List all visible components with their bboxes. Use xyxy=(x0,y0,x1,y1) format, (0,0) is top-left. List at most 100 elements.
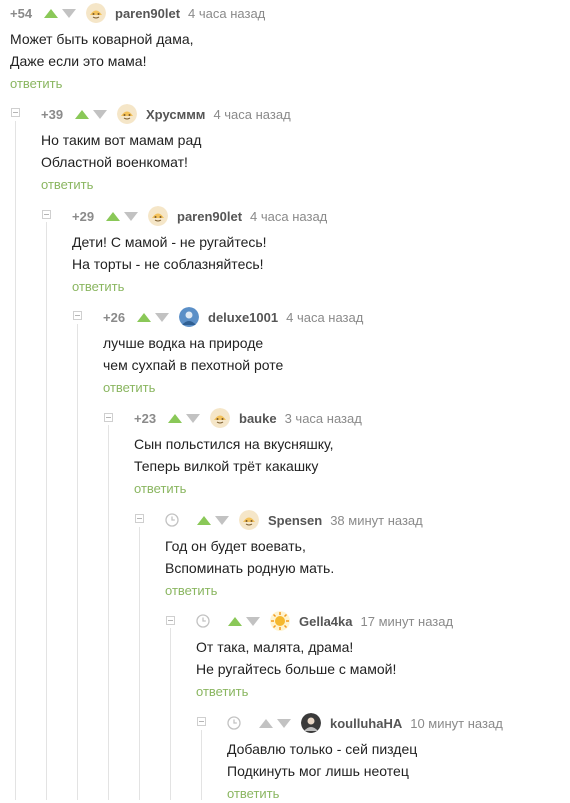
comment-line: Не ругайтесь больше с мамой! xyxy=(196,661,397,677)
comment-line: Подкинуть мог лишь неотец xyxy=(227,763,409,779)
comment: Spensen 38 минут назад Год он будет воев… xyxy=(165,509,570,600)
thread-line xyxy=(201,730,202,800)
comment: +23 bauke 3 часа назад Сын польстился на… xyxy=(134,407,570,498)
avatar[interactable] xyxy=(179,307,199,327)
rating: +26 xyxy=(103,309,126,325)
downvote-icon[interactable] xyxy=(155,312,169,322)
reply-link[interactable]: ответить xyxy=(165,583,217,598)
reply-link[interactable]: ответить xyxy=(72,279,124,294)
collapse-button[interactable] xyxy=(197,717,206,726)
comment-line: Год он будет воевать, xyxy=(165,538,306,554)
comment-text: Может быть коварной дама, Даже если это … xyxy=(10,28,570,72)
downvote-icon[interactable] xyxy=(124,211,138,221)
collapse-button[interactable] xyxy=(11,108,20,117)
thread-line xyxy=(46,222,47,800)
avatar[interactable] xyxy=(86,3,106,23)
reply-link[interactable]: ответить xyxy=(103,380,155,395)
timestamp: 4 часа назад xyxy=(250,208,328,224)
collapse-button[interactable] xyxy=(73,311,82,320)
comment: +54 paren90let 4 часа назад Может быть к… xyxy=(10,2,570,93)
comment-header: +23 bauke 3 часа назад xyxy=(134,407,570,429)
comment: koulluhaHA 10 минут назад Добавлю только… xyxy=(227,712,570,803)
downvote-icon[interactable] xyxy=(186,413,200,423)
reply-link[interactable]: ответить xyxy=(196,684,248,699)
collapse-button[interactable] xyxy=(104,413,113,422)
comment-text: Добавлю только - сей пиздец Подкинуть мо… xyxy=(227,738,570,782)
author-name[interactable]: Spensen xyxy=(268,513,322,528)
comment-header: +39 Хрусммм 4 часа назад xyxy=(41,103,570,125)
avatar[interactable] xyxy=(148,206,168,226)
comment-line: На торты - не соблазняйтесь! xyxy=(72,256,264,272)
reply-link[interactable]: ответить xyxy=(10,76,62,91)
comment-header: Spensen 38 минут назад xyxy=(165,509,570,531)
timestamp: 38 минут назад xyxy=(330,512,423,528)
comment-line: Но таким вот мамам рад xyxy=(41,132,202,148)
downvote-icon[interactable] xyxy=(215,515,229,525)
timestamp: 3 часа назад xyxy=(284,410,362,426)
upvote-icon[interactable] xyxy=(259,718,273,728)
reply-link[interactable]: ответить xyxy=(227,786,279,801)
upvote-icon[interactable] xyxy=(75,109,89,119)
downvote-icon[interactable] xyxy=(246,616,260,626)
comment-text: Сын польстился на вкусняшку, Теперь вилк… xyxy=(134,433,570,477)
timestamp: 10 минут назад xyxy=(410,715,503,731)
timestamp: 4 часа назад xyxy=(188,5,266,21)
avatar[interactable] xyxy=(239,510,259,530)
thread-line xyxy=(170,628,171,800)
collapse-button[interactable] xyxy=(166,616,175,625)
author-name[interactable]: paren90let xyxy=(177,209,242,224)
photo-avatar-icon xyxy=(179,307,199,327)
upvote-icon[interactable] xyxy=(197,515,211,525)
avatar[interactable] xyxy=(301,713,321,733)
comment-line: Теперь вилкой трёт какашку xyxy=(134,458,319,474)
reply-link[interactable]: ответить xyxy=(134,481,186,496)
downvote-icon[interactable] xyxy=(277,718,291,728)
collapse-button[interactable] xyxy=(135,514,144,523)
comment-header: +29 paren90let 4 часа назад xyxy=(72,205,570,227)
author-name[interactable]: paren90let xyxy=(115,6,180,21)
comment: Gella4ka 17 минут назад От така, малята,… xyxy=(196,610,570,701)
avatar[interactable] xyxy=(210,408,230,428)
collapse-button[interactable] xyxy=(42,210,51,219)
clock-icon xyxy=(227,716,259,730)
upvote-icon[interactable] xyxy=(168,413,182,423)
rating: +39 xyxy=(41,106,64,122)
timestamp: 4 часа назад xyxy=(286,309,364,325)
default-avatar-icon xyxy=(210,408,230,428)
author-name[interactable]: Gella4ka xyxy=(299,614,353,629)
comment-header: koulluhaHA 10 минут назад xyxy=(227,712,570,734)
comment-line: Добавлю только - сей пиздец xyxy=(227,741,418,757)
downvote-icon[interactable] xyxy=(93,109,107,119)
comment-line: лучше водка на природе xyxy=(103,335,264,351)
upvote-icon[interactable] xyxy=(106,211,120,221)
sun-avatar-icon xyxy=(270,611,290,631)
thread-line xyxy=(108,425,109,800)
comment-line: От така, малята, драма! xyxy=(196,639,354,655)
comment-line: Может быть коварной дама, xyxy=(10,31,194,47)
avatar[interactable] xyxy=(117,104,137,124)
comment-text: От така, малята, драма! Не ругайтесь бол… xyxy=(196,636,570,680)
author-name[interactable]: deluxe1001 xyxy=(208,310,278,325)
comment-header: Gella4ka 17 минут назад xyxy=(196,610,570,632)
avatar[interactable] xyxy=(270,611,290,631)
author-name[interactable]: bauke xyxy=(239,411,277,426)
author-name[interactable]: koulluhaHA xyxy=(330,716,402,731)
reply-link[interactable]: ответить xyxy=(41,177,93,192)
downvote-icon[interactable] xyxy=(62,8,76,18)
comment: +26 deluxe1001 4 часа назад лучше водка … xyxy=(103,306,570,397)
comment-text: Дети! С мамой - не ругайтесь! На торты -… xyxy=(72,231,570,275)
thread-line xyxy=(15,121,16,800)
photo-avatar-icon xyxy=(301,713,321,733)
comment-line: чем сухпай в пехотной роте xyxy=(103,357,284,373)
thread-line xyxy=(139,527,140,800)
upvote-icon[interactable] xyxy=(228,616,242,626)
rating: +54 xyxy=(10,5,33,21)
clock-icon xyxy=(196,614,228,628)
upvote-icon[interactable] xyxy=(137,312,151,322)
clock-icon xyxy=(165,513,197,527)
upvote-icon[interactable] xyxy=(44,8,58,18)
default-avatar-icon xyxy=(117,104,137,124)
timestamp: 4 часа назад xyxy=(213,106,291,122)
author-name[interactable]: Хрусммм xyxy=(146,107,205,122)
comment-line: Областной военкомат! xyxy=(41,154,188,170)
